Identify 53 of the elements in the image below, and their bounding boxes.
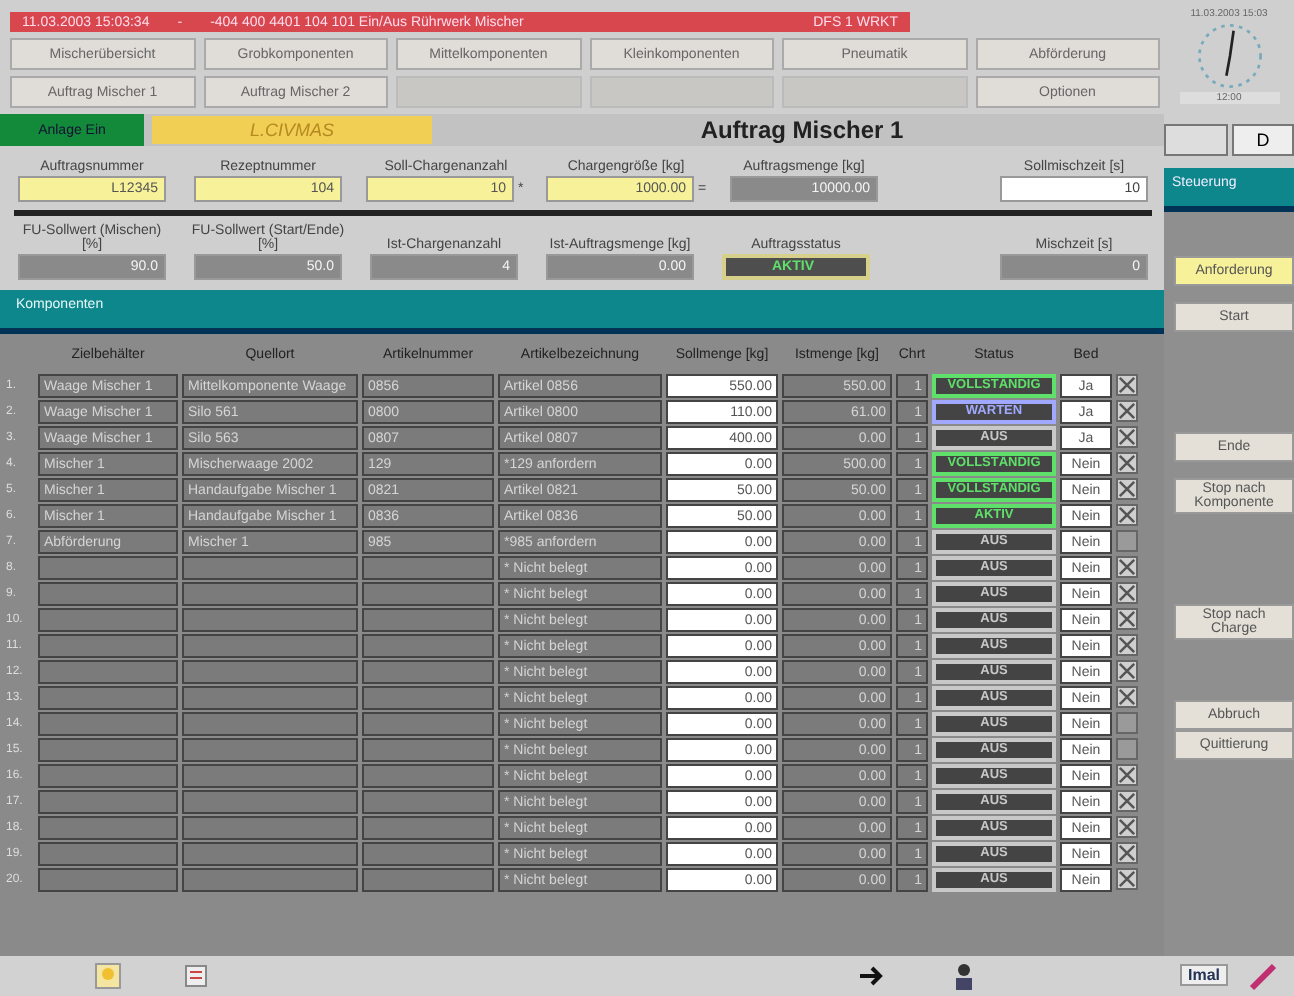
brand-logo: Imal (1180, 964, 1229, 986)
clock-icon (1193, 20, 1265, 92)
table-cell (362, 634, 494, 658)
checkbox[interactable] (1116, 374, 1138, 396)
table-cell (362, 686, 494, 710)
table-cell (362, 660, 494, 684)
table-cell (38, 790, 178, 814)
table-cell (38, 686, 178, 710)
checkbox[interactable] (1116, 426, 1138, 448)
table-cell (362, 816, 494, 840)
checkbox[interactable] (1116, 790, 1138, 812)
checkbox[interactable] (1116, 556, 1138, 578)
table-cell (362, 842, 494, 866)
table-cell (38, 634, 178, 658)
display-field (1164, 124, 1228, 156)
table-cell (362, 608, 494, 632)
checkbox[interactable] (1116, 712, 1138, 734)
table-cell (362, 712, 494, 736)
page-title: Auftrag Mischer 1 (698, 116, 906, 144)
logo: L.CIVMAS (152, 116, 432, 144)
table-cell (38, 738, 178, 762)
checkbox[interactable] (1116, 400, 1138, 422)
table-cell (38, 712, 178, 736)
table-cell (38, 868, 178, 892)
checkbox[interactable] (1116, 530, 1138, 552)
checkbox[interactable] (1116, 504, 1138, 526)
corner-button[interactable]: D (1232, 124, 1294, 156)
table-cell (38, 660, 178, 684)
checkbox[interactable] (1116, 764, 1138, 786)
checkbox[interactable] (1116, 842, 1138, 864)
checkbox[interactable] (1116, 608, 1138, 630)
table-cell (38, 842, 178, 866)
checkbox[interactable] (1116, 634, 1138, 656)
table-cell (362, 738, 494, 762)
table-cell (362, 790, 494, 814)
checkbox[interactable] (1116, 686, 1138, 708)
checkbox[interactable] (1116, 452, 1138, 474)
table-cell (362, 764, 494, 788)
table-cell (362, 556, 494, 580)
checkbox[interactable] (1116, 478, 1138, 500)
checkbox[interactable] (1116, 868, 1138, 890)
checkbox[interactable] (1116, 660, 1138, 682)
table-cell (362, 868, 494, 892)
table-cell (38, 556, 178, 580)
table-cell (38, 608, 178, 632)
checkbox[interactable] (1116, 738, 1138, 760)
table-cell (362, 582, 494, 606)
checkbox[interactable] (1116, 582, 1138, 604)
pen-icon[interactable] (1248, 960, 1280, 992)
table-cell (38, 582, 178, 606)
table-cell (38, 764, 178, 788)
checkbox[interactable] (1116, 816, 1138, 838)
table-cell (38, 816, 178, 840)
